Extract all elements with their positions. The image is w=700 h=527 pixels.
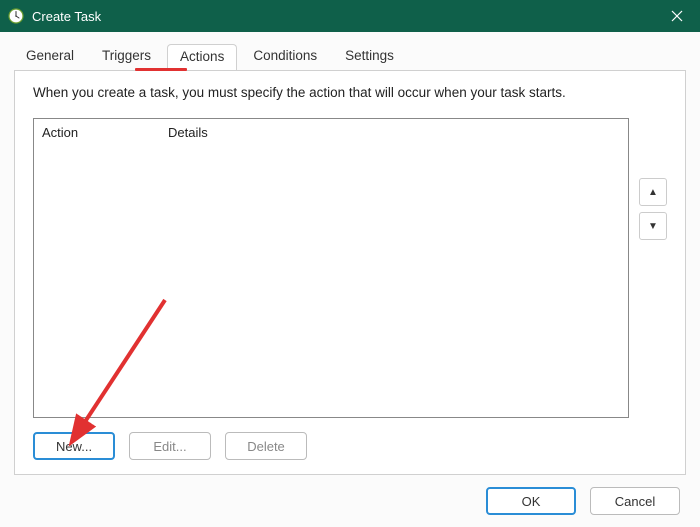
tab-conditions[interactable]: Conditions <box>241 44 329 70</box>
ok-button[interactable]: OK <box>486 487 576 515</box>
dialog-content: General Triggers Actions Conditions Sett… <box>0 32 700 527</box>
arrow-up-icon: ▲ <box>648 187 658 198</box>
dialog-buttons: OK Cancel <box>2 475 698 527</box>
actions-list-header: Action Details <box>34 119 628 146</box>
actions-list-body[interactable] <box>34 146 628 417</box>
tab-content-actions: When you create a task, you must specify… <box>14 70 686 475</box>
action-buttons-row: New... Edit... Delete <box>33 432 667 460</box>
reorder-buttons: ▲ ▼ <box>639 118 667 418</box>
cancel-button[interactable]: Cancel <box>590 487 680 515</box>
clock-icon <box>8 8 24 24</box>
edit-button[interactable]: Edit... <box>129 432 211 460</box>
tab-settings[interactable]: Settings <box>333 44 406 70</box>
close-icon <box>671 10 683 22</box>
arrow-down-icon: ▼ <box>648 221 658 232</box>
tab-triggers[interactable]: Triggers <box>90 44 163 70</box>
actions-list-row: Action Details ▲ ▼ <box>33 118 667 418</box>
close-button[interactable] <box>654 0 700 32</box>
titlebar: Create Task <box>0 0 700 32</box>
tab-actions[interactable]: Actions <box>167 44 237 71</box>
window-title: Create Task <box>32 9 654 24</box>
column-header-details[interactable]: Details <box>164 125 628 140</box>
move-up-button[interactable]: ▲ <box>639 178 667 206</box>
annotation-underline <box>135 68 187 71</box>
tab-description: When you create a task, you must specify… <box>33 85 667 100</box>
column-header-action[interactable]: Action <box>34 125 164 140</box>
new-button[interactable]: New... <box>33 432 115 460</box>
actions-list[interactable]: Action Details <box>33 118 629 418</box>
tab-general[interactable]: General <box>14 44 86 70</box>
delete-button[interactable]: Delete <box>225 432 307 460</box>
move-down-button[interactable]: ▼ <box>639 212 667 240</box>
tab-bar: General Triggers Actions Conditions Sett… <box>2 32 698 70</box>
